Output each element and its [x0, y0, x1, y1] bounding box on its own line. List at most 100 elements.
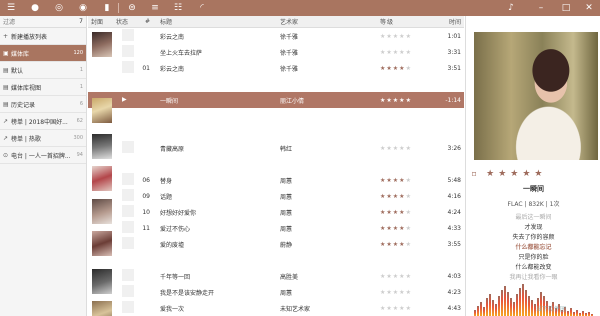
table-row[interactable]: 千年等一回 高胜美 ★★★★★ 4:03 [88, 268, 464, 284]
column-header-time[interactable]: 时间 [436, 17, 464, 26]
album-cover[interactable] [92, 199, 112, 224]
star-icon[interactable]: ★ [406, 177, 412, 184]
minimize-icon[interactable]: – [535, 2, 547, 14]
star-icon[interactable]: ★ [406, 225, 412, 232]
star-icon[interactable]: ★ [406, 97, 412, 104]
star-icon[interactable]: ★ [510, 169, 518, 179]
album-cover[interactable] [92, 231, 112, 256]
column-header-rating[interactable]: 等级 [380, 17, 436, 26]
sidebar-item-chart-hot[interactable]: ↗ 榜单 | 热歌 300 [0, 130, 86, 147]
equalizer-icon[interactable]: ≡ [149, 2, 161, 14]
spectrum-bar [570, 308, 572, 316]
close-icon[interactable]: ✕ [583, 2, 595, 14]
sidebar-item-label: 电台 | 一人一首招牌... [11, 152, 71, 160]
star-icon[interactable]: ★ [406, 193, 412, 200]
table-row[interactable] [88, 252, 464, 268]
column-header-cover[interactable]: 封面 [88, 17, 116, 26]
table-row[interactable] [88, 108, 464, 124]
play-icon[interactable]: ▶ [122, 94, 134, 106]
column-header-num[interactable]: # [140, 18, 152, 25]
star-icon[interactable]: ★ [406, 305, 412, 312]
sidebar-item-default[interactable]: ▤ 默认 1 [0, 62, 86, 79]
check-circle-icon[interactable]: ◉ [77, 2, 89, 14]
album-cover[interactable] [92, 134, 112, 159]
menu-icon[interactable]: ⊜ [126, 2, 138, 14]
album-cover[interactable] [92, 32, 112, 57]
table-row[interactable] [88, 76, 464, 92]
star-icon[interactable]: ★ [406, 273, 412, 280]
album-cover[interactable] [92, 166, 112, 191]
status-indicator[interactable] [122, 301, 134, 313]
spectrum-bar [531, 300, 533, 316]
status-indicator[interactable] [122, 221, 134, 233]
table-row[interactable]: 06 替身 周蕙 ★★★★★ 5:48 [88, 172, 464, 188]
status-indicator[interactable] [122, 61, 134, 73]
table-row[interactable]: 青藏高原 韩红 ★★★★★ 3:26 [88, 140, 464, 156]
star-icon[interactable]: ★ [534, 169, 542, 179]
album-cover[interactable] [92, 269, 112, 294]
track-title: 我是不是该安静走开 [160, 289, 215, 297]
sidebar-item-new-playlist[interactable]: + 新建播放列表 [0, 28, 86, 45]
star-icon[interactable]: ★ [406, 289, 412, 296]
track-time: 4:43 [447, 304, 461, 312]
album-cover[interactable] [92, 98, 112, 123]
status-indicator[interactable] [122, 141, 134, 153]
status-indicator[interactable] [122, 189, 134, 201]
star-icon[interactable]: ★ [406, 49, 412, 56]
star-icon[interactable]: ★ [486, 169, 494, 179]
status-indicator[interactable] [122, 269, 134, 281]
status-indicator[interactable] [122, 173, 134, 185]
sidebar-item-library-view[interactable]: ▤ 媒体库视图 1 [0, 79, 86, 96]
table-row[interactable] [88, 124, 464, 140]
star-icon[interactable]: ★ [406, 145, 412, 152]
star-icon[interactable]: ★ [406, 241, 412, 248]
status-indicator[interactable] [122, 29, 134, 41]
status-indicator[interactable] [122, 45, 134, 57]
column-header-status[interactable]: 状态 [116, 17, 140, 26]
table-row[interactable]: 我是不是该安静走开 周蕙 ★★★★★ 4:23 [88, 284, 464, 300]
star-icon[interactable]: ★ [406, 65, 412, 72]
star-icon[interactable]: ★ [498, 169, 506, 179]
album-cover[interactable] [92, 301, 112, 316]
now-playing-rating[interactable]: ⌑ ★ ★ ★ ★ ★ [472, 168, 600, 180]
table-row[interactable]: 爱的废墟 蔚静 ★★★★★ 3:55 [88, 236, 464, 252]
table-row[interactable]: 彩云之南 徐千雅 ★★★★★ 1:01 [88, 28, 464, 44]
sidebar-item-history[interactable]: ▤ 历史记录 6 [0, 96, 86, 113]
playlist-icon[interactable]: ☷ [172, 2, 184, 14]
sidebar-item-library[interactable]: ▣ 媒体库 120 [0, 45, 86, 62]
column-header-artist[interactable]: 艺术家 [280, 17, 380, 26]
status-indicator[interactable] [122, 205, 134, 217]
playlist-icon: ▤ [3, 100, 9, 108]
table-row[interactable]: ▶ 一瞬间 丽江小倩 ★★★★★ -1:14 [88, 92, 464, 108]
table-row[interactable]: 爱我一次 未知艺术家 ★★★★★ 4:43 [88, 300, 464, 316]
table-row[interactable]: 01 彩云之南 徐千雅 ★★★★★ 3:51 [88, 60, 464, 76]
chart-icon[interactable]: ▮ [101, 2, 113, 14]
now-playing-panel: ⌑ ★ ★ ★ ★ ★ 一瞬间 FLAC | 832K | 1次 最后这一瞬间 … [465, 16, 600, 316]
sidebar-item-chart-2018[interactable]: ↗ 榜单 | 2018中国好... 62 [0, 113, 86, 130]
table-row[interactable]: 10 好想好好爱你 周蕙 ★★★★★ 4:24 [88, 204, 464, 220]
star-icon[interactable]: ★ [406, 209, 412, 216]
table-row[interactable] [88, 156, 464, 172]
track-time: 5:48 [447, 176, 461, 184]
list-icon[interactable]: ☰ [5, 2, 17, 14]
track-number: 09 [142, 192, 150, 200]
table-row[interactable]: 11 爱过不伤心 周蕙 ★★★★★ 4:33 [88, 220, 464, 236]
table-row[interactable]: 09 话题 周蕙 ★★★★★ 4:16 [88, 188, 464, 204]
rss-icon[interactable]: ◜ [196, 2, 208, 14]
column-header-title[interactable]: 标题 [152, 17, 280, 26]
maximize-icon[interactable]: □ [560, 2, 572, 14]
status-indicator[interactable] [122, 285, 134, 297]
sidebar-item-radio[interactable]: ⊙ 电台 | 一人一首招牌... 94 [0, 147, 86, 164]
table-row[interactable]: 坐上火车去拉萨 徐千雅 ★★★★★ 3:31 [88, 44, 464, 60]
user-icon[interactable]: ● [29, 2, 41, 14]
star-icon[interactable]: ★ [406, 33, 412, 40]
bookmark-icon[interactable]: ⌑ [472, 170, 476, 179]
status-indicator[interactable] [122, 237, 134, 249]
music-note-icon[interactable]: ♪ [505, 2, 517, 14]
disc-icon[interactable]: ◎ [53, 2, 65, 14]
star-icon[interactable]: ★ [522, 169, 530, 179]
filter-input[interactable]: 过滤 7 [0, 16, 86, 28]
track-artist: 高胜美 [280, 273, 299, 281]
sidebar-item-count: 62 [76, 118, 83, 124]
track-title: 替身 [160, 177, 173, 185]
